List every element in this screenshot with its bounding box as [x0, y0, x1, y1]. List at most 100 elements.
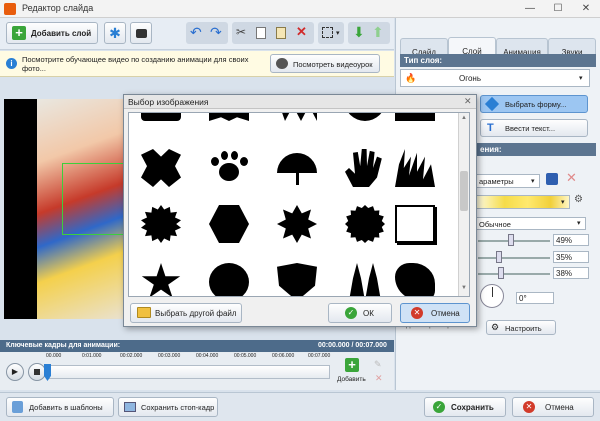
percent-input-1[interactable]: 49% — [553, 234, 589, 246]
rectangle-shape[interactable] — [395, 205, 435, 243]
plus-icon: + — [345, 358, 359, 372]
angle-dial[interactable] — [480, 284, 504, 308]
selection-frame[interactable] — [62, 163, 124, 235]
gear-shape[interactable] — [345, 205, 385, 243]
tick-label: 00:03.000 — [158, 353, 181, 359]
shape-thumb[interactable] — [209, 113, 249, 121]
dialog-close-icon[interactable]: ✕ — [464, 96, 472, 107]
delete-keyframe-icon[interactable]: ✕ — [375, 373, 383, 384]
add-layer-label: Добавить слой — [31, 29, 92, 38]
blob-shape[interactable] — [395, 263, 435, 296]
chevron-down-icon[interactable]: ▾ — [336, 29, 340, 37]
scroll-down-icon[interactable]: ▼ — [461, 285, 467, 291]
minimize-button[interactable]: — — [516, 0, 544, 18]
snapshot-button[interactable] — [130, 22, 152, 44]
align-icon[interactable] — [322, 27, 333, 38]
hand-icon[interactable] — [345, 149, 382, 187]
tutorial-notice: i Посмотрите обучающее видео по созданию… — [0, 51, 394, 77]
paste-icon[interactable] — [276, 27, 286, 39]
shape-thumb[interactable] — [395, 113, 435, 121]
keyframe-track[interactable] — [46, 365, 330, 379]
shield-shape[interactable] — [277, 263, 317, 296]
watch-video-button[interactable]: Посмотреть видеоурок — [270, 54, 380, 73]
shape-thumb[interactable] — [345, 113, 385, 121]
appearance-header-text: ения: — [480, 145, 502, 154]
timeline-ruler: 00.000 0:01.000 00:02.000 00:03.000 00:0… — [46, 353, 330, 362]
align-group: ▾ — [318, 22, 344, 44]
add-layer-button[interactable]: + Добавить слой — [6, 22, 98, 44]
add-to-templates-button[interactable]: Добавить в шаблоны — [6, 397, 114, 417]
umbrella-icon[interactable] — [277, 149, 317, 187]
angle-needle — [492, 287, 493, 297]
dialog-title: Выбор изображения — [128, 97, 209, 107]
layer-type-select[interactable]: 🔥 Огонь ▾ — [400, 69, 590, 87]
play-button[interactable]: ▶ — [6, 363, 24, 381]
cancel-button[interactable]: ✕ Отмена — [512, 397, 594, 417]
chevron-down-icon: ▾ — [579, 75, 583, 82]
scroll-thumb[interactable] — [460, 171, 468, 211]
shape-gallery[interactable] — [128, 112, 470, 297]
close-window-button[interactable]: ✕ — [572, 0, 600, 18]
cut-icon[interactable]: ✂ — [236, 25, 246, 39]
window-title: Редактор слайда — [22, 3, 94, 13]
add-keyframe-button[interactable]: + Добавить — [337, 358, 366, 388]
save-button[interactable]: ✓ Сохранить — [424, 397, 506, 417]
app-icon — [4, 3, 16, 15]
shape-thumb[interactable] — [141, 149, 181, 187]
image-picker-dialog: Выбор изображения ✕ ▲ ▼ Выбрать другой ф… — [123, 94, 477, 327]
people-icon[interactable] — [349, 263, 381, 296]
edit-keyframe-icon[interactable]: ✎ — [374, 359, 382, 370]
slider-thumb-2[interactable] — [496, 251, 502, 263]
percent-input-2[interactable]: 35% — [553, 251, 589, 263]
choose-shape-label: Выбрать форму... — [505, 100, 567, 109]
gear-icon[interactable]: ⚙ — [574, 194, 583, 205]
add-to-templates-label: Добавить в шаблоны — [29, 403, 103, 412]
seal-shape[interactable] — [141, 205, 181, 243]
save-frame-button[interactable]: Сохранить стоп-кадр — [118, 397, 218, 417]
scroll-up-icon[interactable]: ▲ — [461, 115, 467, 121]
tick-label: 00:06.000 — [272, 353, 295, 359]
star-shape[interactable] — [141, 263, 181, 296]
percent-value-3: 38% — [556, 269, 573, 278]
folder-icon — [137, 307, 151, 318]
notice-text: Посмотрите обучающее видео по созданию а… — [22, 55, 249, 73]
cancel-label: Отмена — [545, 403, 574, 412]
flames-icon[interactable] — [395, 149, 435, 187]
copy-icon[interactable] — [256, 27, 266, 39]
shape-thumb[interactable] — [277, 113, 317, 121]
choose-other-file-button[interactable]: Выбрать другой файл — [130, 303, 242, 323]
enter-text-label: Ввести текст... — [505, 124, 556, 133]
blend-mode-select[interactable]: Обычное ▾ — [476, 217, 586, 230]
save-preset-icon[interactable] — [546, 173, 558, 185]
delete-icon[interactable]: ✕ — [296, 24, 307, 40]
move-down-icon[interactable]: ⬇ — [353, 24, 365, 41]
move-up-icon[interactable]: ⬆ — [372, 24, 384, 41]
maximize-button[interactable]: ☐ — [544, 0, 572, 18]
stop-button[interactable] — [28, 363, 46, 381]
hexagon-shape[interactable] — [209, 205, 249, 243]
gallery-scrollbar[interactable]: ▲ ▼ — [458, 113, 469, 296]
chevron-down-icon: ▾ — [531, 178, 535, 185]
slider-thumb-1[interactable] — [508, 234, 514, 246]
redo-icon[interactable]: ↷ — [210, 24, 222, 41]
enter-text-button[interactable]: T Ввести текст... — [480, 119, 588, 137]
tick-label: 00:05.000 — [234, 353, 257, 359]
percent-input-3[interactable]: 38% — [553, 267, 589, 279]
cancel-icon: ✕ — [523, 401, 535, 413]
paw-icon[interactable] — [209, 149, 249, 187]
delete-preset-icon[interactable]: ✕ — [566, 170, 577, 186]
shape-thumb[interactable] — [141, 113, 181, 121]
starburst-shape[interactable] — [277, 205, 317, 243]
angle-input[interactable]: 0° — [516, 292, 554, 304]
color-gradient-select[interactable]: ▾ — [476, 195, 570, 209]
undo-icon[interactable]: ↶ — [190, 24, 202, 41]
timeline-time: 00:00.000 / 00:07.000 — [318, 342, 387, 349]
slider-thumb-3[interactable] — [498, 267, 504, 279]
ok-button[interactable]: ✓ ОК — [328, 303, 392, 323]
configure-button[interactable]: ⚙ Настроить — [486, 320, 556, 335]
params-select[interactable]: араметры ▾ — [476, 174, 540, 188]
dialog-cancel-button[interactable]: ✕ Отмена — [400, 303, 470, 323]
effects-star-button[interactable]: ✱ — [104, 22, 126, 44]
choose-shape-button[interactable]: Выбрать форму... — [480, 95, 588, 113]
oval-shape[interactable] — [209, 263, 249, 296]
